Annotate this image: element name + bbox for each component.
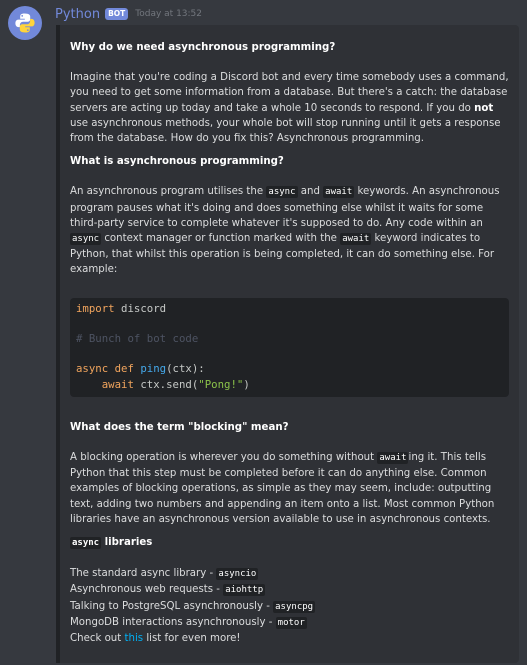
inline-code: await	[340, 233, 372, 246]
list-item: MongoDB interactions asynchronously - mo…	[70, 616, 307, 629]
timestamp[interactable]: Today at 13:52	[135, 9, 202, 19]
heading-blocking: What does the term "blocking" mean?	[70, 421, 289, 433]
python-logo-icon	[15, 13, 35, 33]
heading-libraries: async libraries	[70, 537, 153, 550]
paragraph-blocking: A blocking operation is wherever you do …	[70, 452, 495, 525]
list-item-more: Check out this list for even more!	[70, 633, 241, 645]
paragraph-why: Imagine that you're coding a Discord bot…	[70, 72, 509, 145]
bot-tag: BOT	[105, 8, 129, 20]
heading-what: What is asynchronous programming?	[70, 156, 284, 168]
author-name[interactable]: Python	[55, 7, 100, 22]
paragraph-what: An asynchronous program utilises the asy…	[70, 186, 500, 276]
embed: Why do we need asynchronous programming?…	[56, 25, 519, 663]
code-block[interactable]: import discord # Bunch of bot code async…	[70, 297, 509, 397]
inline-code: async	[266, 186, 298, 199]
list-item: Asynchronous web requests - aiohttp	[70, 584, 266, 597]
avatar[interactable]	[8, 6, 42, 40]
inline-code: await	[323, 186, 355, 199]
library-list: The standard async library - asyncio Asy…	[70, 566, 509, 646]
message-header: Python BOT Today at 13:52	[55, 5, 202, 23]
inline-code: async	[70, 233, 102, 246]
list-item: The standard async library - asyncio	[70, 568, 259, 581]
inline-code: await	[377, 452, 409, 465]
heading-why: Why do we need asynchronous programming?	[70, 42, 336, 53]
this-link[interactable]: this	[125, 633, 144, 644]
list-item: Talking to PostgreSQL asynchronously - a…	[70, 600, 316, 613]
